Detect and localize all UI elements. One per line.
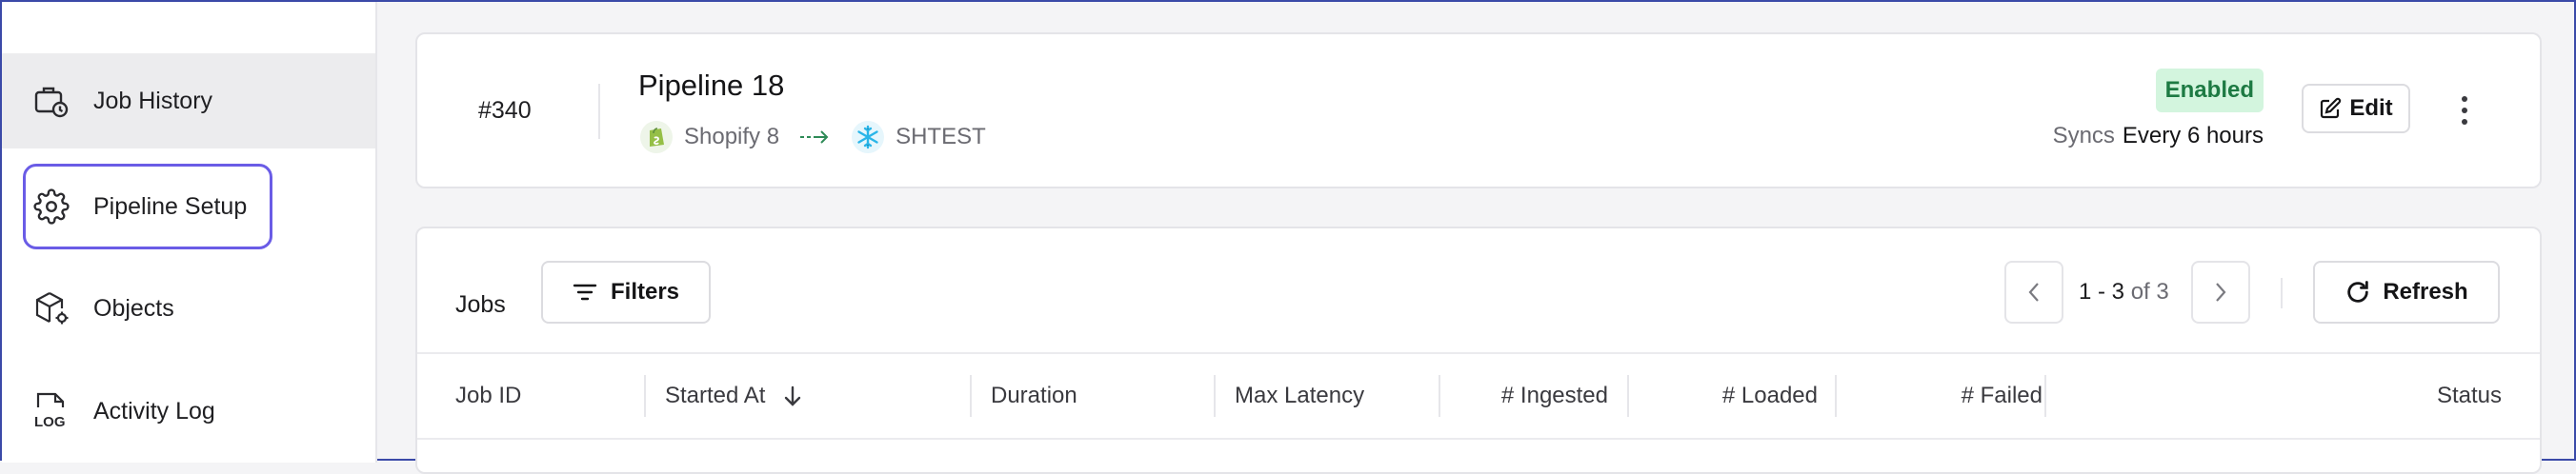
syncs-value: Every 6 hours (2122, 123, 2264, 148)
sync-schedule: Syncs Every 6 hours (2053, 123, 2264, 149)
kebab-menu-icon[interactable] (2448, 91, 2481, 129)
shopify-icon (638, 119, 674, 155)
column-separator (644, 375, 646, 417)
column-separator (1439, 375, 1440, 417)
column-header-label: Started At (665, 383, 766, 408)
cube-settings-icon (30, 287, 72, 329)
arrow-down-icon (785, 385, 801, 406)
sidebar-item-label: Objects (93, 295, 174, 322)
edit-button[interactable]: Edit (2302, 84, 2410, 133)
column-header-failed[interactable]: # Failed (1856, 354, 2043, 438)
pipeline-header-card: #340 Pipeline 18 Shopify 8 SHTEST Enable… (415, 32, 2542, 188)
chevron-right-icon (2216, 283, 2226, 302)
column-separator (2044, 375, 2046, 417)
svg-text:LOG: LOG (34, 414, 66, 430)
focus-ring (23, 164, 272, 249)
table-header-bottom-border (417, 438, 2540, 440)
divider (2281, 278, 2283, 308)
column-separator (1627, 375, 1629, 417)
destination-label: SHTEST (896, 124, 986, 149)
edit-label: Edit (2349, 95, 2393, 121)
pagination-range: 1 - 3 (2079, 279, 2125, 305)
column-header-job-id[interactable]: Job ID (455, 354, 521, 438)
pipeline-name: Pipeline 18 (638, 69, 785, 102)
divider (598, 84, 600, 139)
column-separator (1835, 375, 1837, 417)
column-header-loaded[interactable]: # Loaded (1646, 354, 1818, 438)
sidebar-item-label: Activity Log (93, 398, 215, 425)
source-label: Shopify 8 (684, 124, 780, 149)
refresh-button[interactable]: Refresh (2313, 261, 2500, 324)
previous-page-button[interactable] (2004, 261, 2063, 324)
filters-label: Filters (610, 279, 680, 305)
next-page-button[interactable] (2191, 261, 2250, 324)
chevron-left-icon (2028, 283, 2039, 302)
pagination-text: 1 - 3 of 3 (2079, 261, 2169, 324)
syncs-label: Syncs (2052, 123, 2115, 148)
edit-icon (2321, 97, 2342, 119)
jobs-title: Jobs (455, 291, 506, 318)
pipeline-flow: Shopify 8 SHTEST (638, 118, 986, 156)
pagination-total: of 3 (2130, 279, 2169, 305)
briefcase-clock-icon (30, 80, 72, 122)
sidebar-item-label: Job History (93, 88, 213, 114)
column-separator (1214, 375, 1216, 417)
column-header-started-at[interactable]: Started At (665, 354, 803, 438)
pipeline-id: #340 (478, 97, 532, 124)
column-header-duration[interactable]: Duration (991, 354, 1077, 438)
jobs-card: Jobs Filters 1 - 3 of 3 Refresh Job ID S… (415, 227, 2542, 474)
filters-button[interactable]: Filters (541, 261, 711, 324)
column-header-ingested[interactable]: # Ingested (1456, 354, 1608, 438)
column-separator (970, 375, 972, 417)
sidebar-item-activity-log[interactable]: LOG Activity Log (2, 364, 375, 459)
log-file-icon: LOG (30, 390, 72, 432)
sidebar-item-objects[interactable]: Objects (2, 261, 375, 356)
status-badge: Enabled (2155, 69, 2264, 112)
arrow-right-icon (798, 129, 831, 145)
refresh-icon (2347, 281, 2369, 303)
column-header-status[interactable]: Status (2437, 354, 2502, 438)
snowflake-icon (850, 119, 886, 155)
filter-icon (573, 284, 597, 301)
refresh-label: Refresh (2383, 279, 2468, 305)
column-header-max-latency[interactable]: Max Latency (1235, 354, 1364, 438)
sidebar: Job History Pipeline Setup Objects LOG A… (2, 2, 377, 463)
sidebar-item-job-history[interactable]: Job History (2, 53, 375, 148)
